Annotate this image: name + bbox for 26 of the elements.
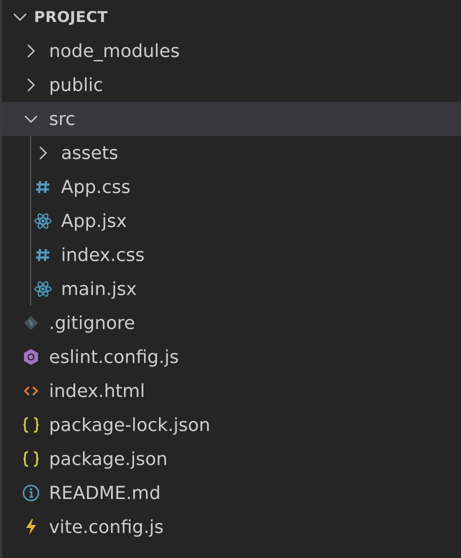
- file-item[interactable]: package-lock.json: [2, 408, 461, 442]
- file-item[interactable]: main.jsx: [2, 272, 461, 306]
- folder-item[interactable]: src: [2, 102, 461, 136]
- file-item[interactable]: App.css: [2, 170, 461, 204]
- hash-icon: [35, 247, 51, 263]
- hash-icon: [35, 179, 51, 195]
- atom-icon: [34, 212, 52, 230]
- hexagon-icon: [22, 348, 40, 366]
- braces-icon: [22, 416, 40, 434]
- file-item[interactable]: README.md: [2, 476, 461, 510]
- braces-icon: [22, 450, 40, 468]
- file-item[interactable]: App.jsx: [2, 204, 461, 238]
- file-item[interactable]: index.css: [2, 238, 461, 272]
- info-icon: [22, 484, 40, 502]
- file-item[interactable]: .gitignore: [2, 306, 461, 340]
- file-item[interactable]: index.html: [2, 374, 461, 408]
- file-item[interactable]: package.json: [2, 442, 461, 476]
- section-header[interactable]: PROJECT: [2, 0, 461, 34]
- folder-item[interactable]: node_modules: [2, 34, 461, 68]
- folder-item[interactable]: public: [2, 68, 461, 102]
- diamond-icon: [23, 315, 39, 331]
- lightning-icon: [23, 518, 39, 536]
- file-item[interactable]: vite.config.js: [2, 510, 461, 544]
- atom-icon: [34, 280, 52, 298]
- folder-item[interactable]: assets: [2, 136, 461, 170]
- file-item[interactable]: eslint.config.js: [2, 340, 461, 374]
